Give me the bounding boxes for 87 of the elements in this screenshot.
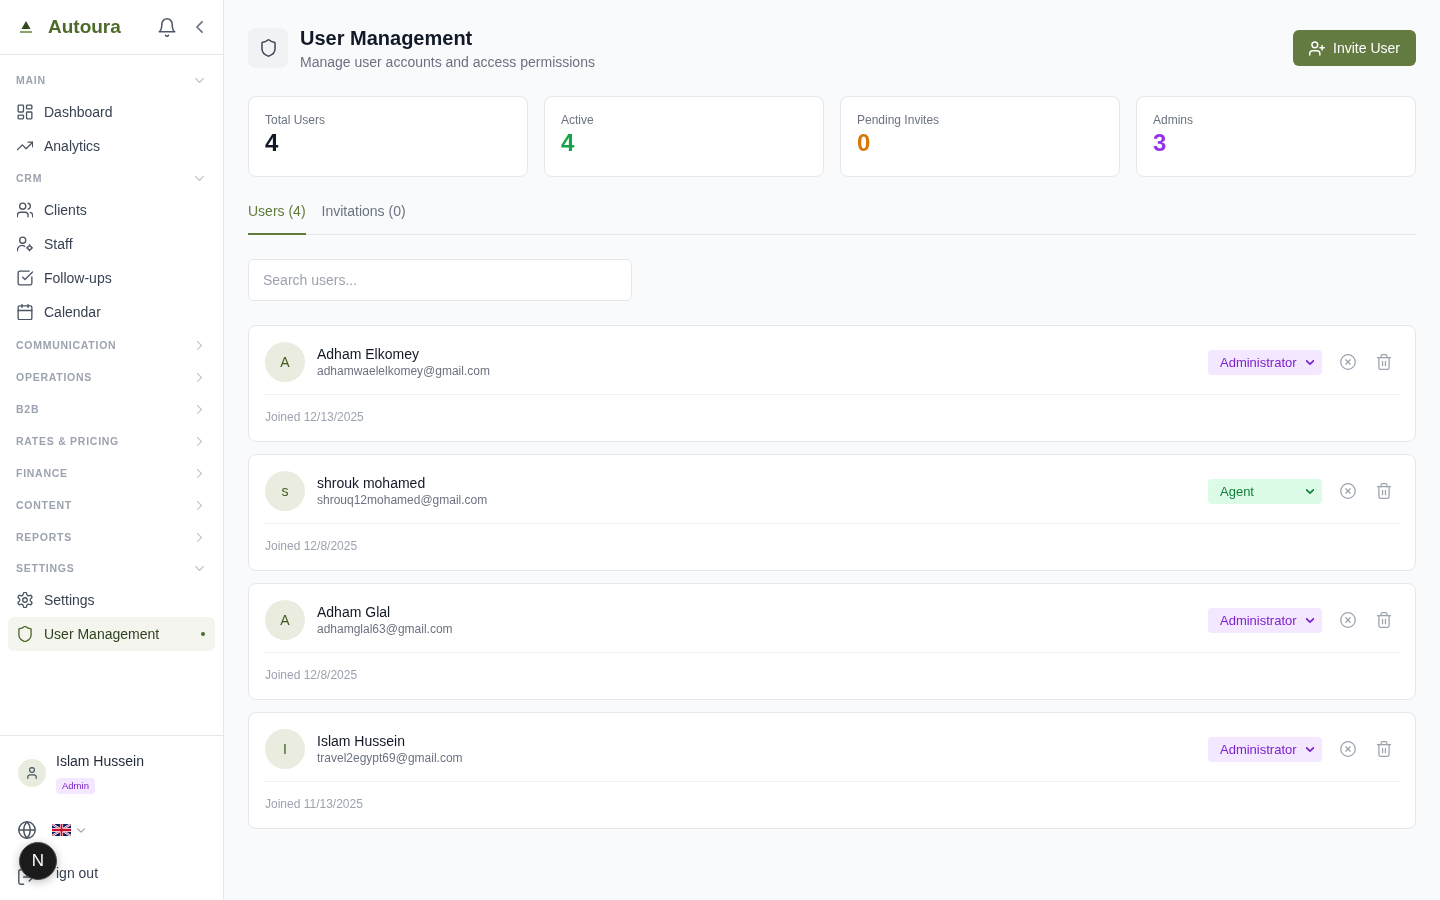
avatar-icon: [18, 759, 46, 787]
trash-icon[interactable]: [1376, 483, 1392, 499]
user-email: adhamwaelelkomey@gmail.com: [317, 363, 490, 379]
tab[interactable]: Users (4): [248, 201, 306, 235]
gear-icon: [17, 592, 33, 608]
mountain-logo-icon: [18, 20, 34, 34]
joined-date: Joined 12/8/2025: [265, 539, 358, 553]
circle-x-icon[interactable]: [1340, 741, 1356, 757]
chevron-down-icon: [1306, 359, 1314, 365]
bell-icon[interactable]: [158, 17, 176, 37]
chevron-down-icon: [1306, 488, 1314, 494]
tab[interactable]: Invitations (0): [321, 201, 406, 235]
trash-icon[interactable]: [1376, 741, 1392, 757]
role-badge: Admin: [56, 778, 95, 794]
dev-tools-badge[interactable]: N: [19, 842, 57, 880]
nav-item[interactable]: Calendar: [8, 295, 215, 329]
section-header[interactable]: CONTENT: [0, 489, 223, 521]
user-name: Islam Hussein: [317, 732, 405, 750]
chevron-down-icon: [1306, 617, 1314, 623]
user-email: adhamglal63@gmail.com: [317, 621, 453, 637]
stat-label: Pending Invites: [857, 112, 940, 128]
stat-value: 0: [857, 128, 871, 158]
page-title: User Management: [300, 26, 474, 50]
flag-icon: [52, 824, 71, 836]
brand-name: Autoura: [48, 16, 121, 38]
joined-date: Joined 12/13/2025: [265, 410, 364, 424]
check-square-icon: [17, 270, 33, 286]
user-cog-icon: [17, 236, 33, 252]
section-header[interactable]: RATES & PRICING: [0, 425, 223, 457]
user-email: travel2egypt69@gmail.com: [317, 750, 463, 766]
nav-item[interactable]: User Management: [8, 617, 215, 651]
user-avatar: I: [265, 729, 305, 769]
user-plus-icon: [1309, 40, 1326, 56]
role-select[interactable]: Administrator: [1208, 736, 1322, 762]
page-subtitle: Manage user accounts and access permissions: [300, 53, 595, 72]
shield-icon: [248, 28, 288, 68]
section-header[interactable]: REPORTS: [0, 521, 223, 553]
stat-label: Admins: [1153, 112, 1193, 128]
nav-item[interactable]: Dashboard: [8, 95, 215, 129]
search-field[interactable]: Search users...: [248, 259, 632, 301]
joined-date: Joined 12/8/2025: [265, 668, 358, 682]
circle-x-icon[interactable]: [1340, 612, 1356, 628]
stat-value: 3: [1153, 128, 1167, 158]
nav-item[interactable]: Follow-ups: [8, 261, 215, 295]
nav-item[interactable]: Settings: [8, 583, 215, 617]
trash-icon[interactable]: [1376, 354, 1392, 370]
role-select[interactable]: Agent: [1208, 478, 1322, 504]
sign-out-link[interactable]: ign out: [56, 865, 99, 881]
shield-icon: [17, 626, 33, 642]
active-dot-icon: [201, 632, 205, 636]
user-avatar: A: [265, 342, 305, 382]
stat-value: 4: [561, 128, 575, 158]
section-header[interactable]: B2B: [0, 393, 223, 425]
language-select[interactable]: [52, 824, 85, 836]
chevron-down-icon: [1306, 746, 1314, 752]
nav-item[interactable]: Analytics: [8, 129, 215, 163]
circle-x-icon[interactable]: [1340, 354, 1356, 370]
invite-user-button[interactable]: Invite User: [1293, 30, 1416, 66]
user-name: shrouk mohamed: [317, 474, 426, 492]
section-header[interactable]: FINANCE: [0, 457, 223, 489]
chevron-left-icon[interactable]: [196, 21, 203, 33]
stat-value: 4: [265, 128, 279, 158]
users-icon: [17, 202, 33, 218]
section-header[interactable]: SETTINGS: [0, 553, 223, 583]
user-name: Adham Elkomey: [317, 345, 419, 363]
role-select[interactable]: Administrator: [1208, 349, 1322, 375]
user-avatar: s: [265, 471, 305, 511]
user-email: shrouq12mohamed@gmail.com: [317, 492, 488, 508]
circle-x-icon[interactable]: [1340, 483, 1356, 499]
joined-date: Joined 11/13/2025: [265, 797, 363, 811]
user-avatar: A: [265, 600, 305, 640]
chevron-down-icon: [77, 827, 85, 833]
user-name: Islam Hussein: [56, 752, 144, 770]
section-header[interactable]: CRM: [0, 163, 223, 193]
role-select[interactable]: Administrator: [1208, 607, 1322, 633]
nav-item[interactable]: Staff: [8, 227, 215, 261]
stat-label: Total Users: [265, 112, 326, 128]
section-header[interactable]: MAIN: [0, 65, 223, 95]
stat-label: Active: [561, 112, 594, 128]
user-name: Adham Glal: [317, 603, 391, 621]
dashboard-icon: [17, 104, 33, 120]
globe-icon: [18, 821, 36, 839]
section-header[interactable]: COMMUNICATION: [0, 329, 223, 361]
trash-icon[interactable]: [1376, 612, 1392, 628]
calendar-icon: [17, 304, 33, 320]
nav-item[interactable]: Clients: [8, 193, 215, 227]
section-header[interactable]: OPERATIONS: [0, 361, 223, 393]
